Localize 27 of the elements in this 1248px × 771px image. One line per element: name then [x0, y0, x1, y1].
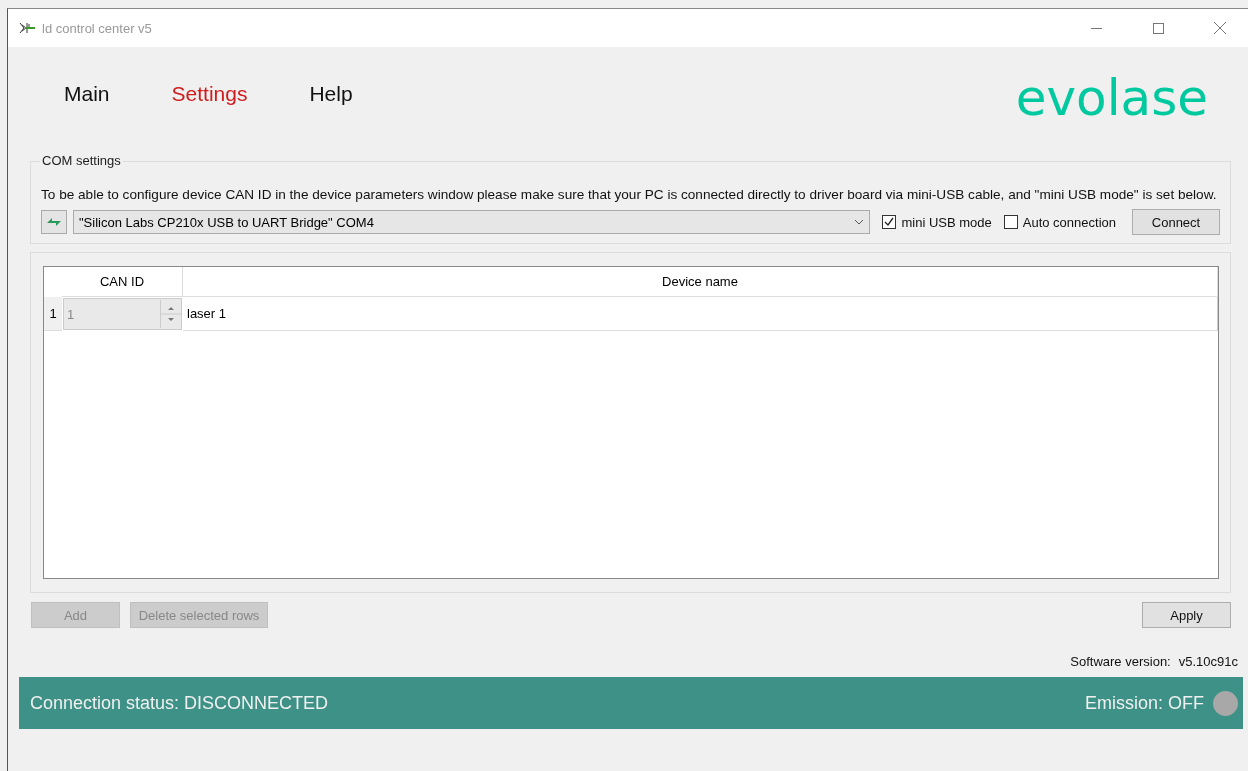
- description-text: To be able to configure device CAN ID in the device parameters window please make sure that your PC is connected directly to driver board via mini-USB cable, and "mini USB mode" is set below.: [41, 186, 1218, 204]
- connect-button[interactable]: Connect: [1132, 209, 1220, 235]
- refresh-button[interactable]: [41, 210, 67, 234]
- minimize-icon[interactable]: [1090, 27, 1102, 29]
- nav-tab[interactable]: Settings: [161, 76, 258, 112]
- checkbox-label: mini USB mode: [901, 214, 992, 230]
- version-value: v5.10c91c: [1178, 654, 1238, 669]
- column-header: Device name: [183, 267, 1218, 297]
- window-title: ld control center v5: [42, 20, 153, 36]
- table-cell: laser 1: [183, 297, 1218, 331]
- emission-status: Emission: OFF: [1085, 692, 1204, 714]
- maximize-icon[interactable]: [1152, 22, 1164, 34]
- logo: evolase: [1015, 73, 1208, 123]
- checkbox[interactable]: [882, 215, 897, 229]
- nav-tab[interactable]: Help: [299, 76, 363, 112]
- column-header: CAN ID: [62, 267, 183, 297]
- connection-status: Connection status: DISCONNECTED: [30, 692, 330, 714]
- group-title: COM settings: [40, 153, 123, 168]
- checkbox[interactable]: [1003, 215, 1018, 229]
- checkbox-label: Auto connection: [1022, 214, 1116, 230]
- nav-tab[interactable]: Main: [54, 76, 120, 112]
- apply-button[interactable]: Apply: [1142, 602, 1231, 628]
- close-icon[interactable]: [1214, 22, 1226, 34]
- row-header: 1: [44, 297, 62, 331]
- port-dropdown[interactable]: "Silicon Labs CP210x USB to UART Bridge" COM4: [73, 210, 871, 234]
- app-icon: [18, 20, 36, 36]
- version-label: Software version:: [1070, 654, 1171, 669]
